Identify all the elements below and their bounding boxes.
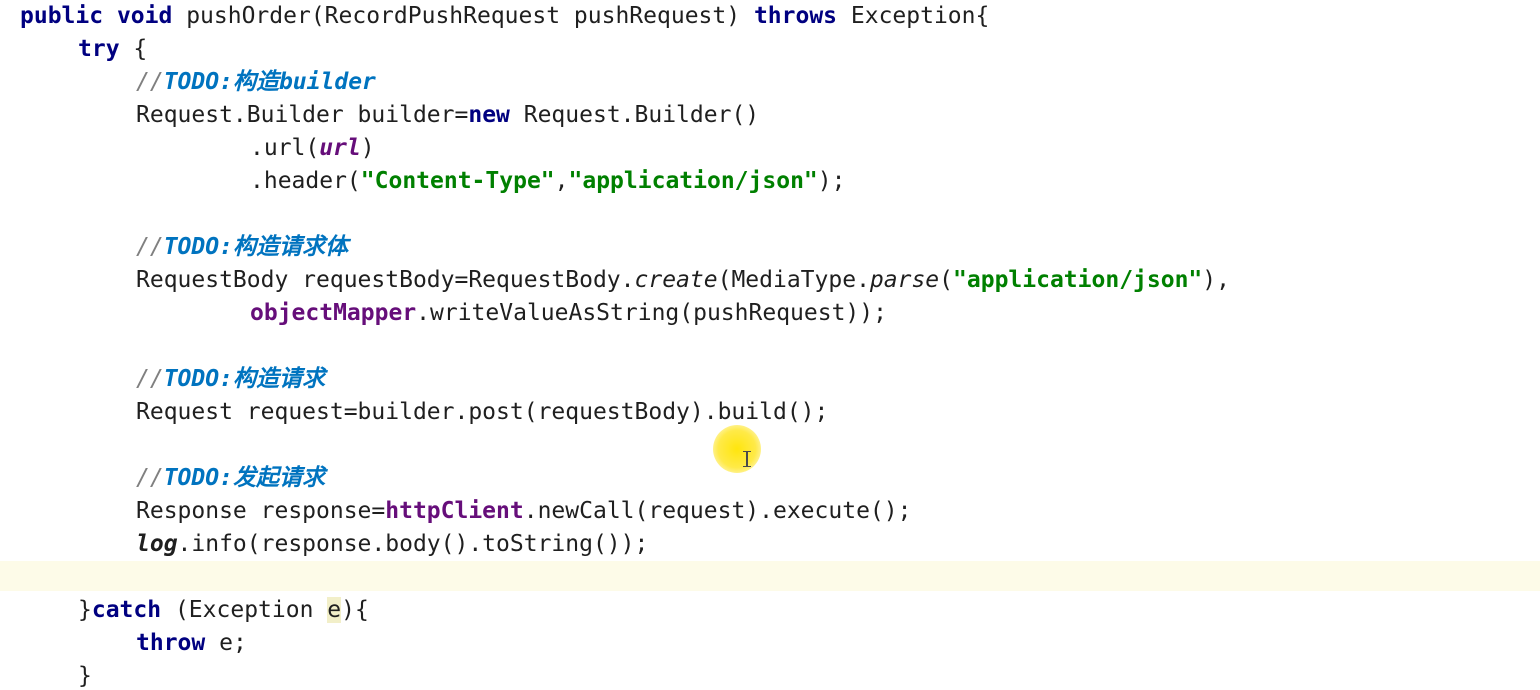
code-line[interactable]: .url(url) [250,132,375,165]
code-token: throws [753,3,838,29]
code-token: Request request=builder.post(requestBody… [136,399,829,425]
code-token: (MediaType. [717,267,870,293]
code-token: url [319,135,361,161]
code-token: ); [817,168,846,194]
code-line[interactable]: throw e; [136,627,247,660]
code-line[interactable]: objectMapper.writeValueAsString(pushRequ… [250,297,887,330]
code-line[interactable]: }catch (Exception e){ [78,594,369,627]
code-token: pushOrder(RecordPushRequest pushRequest) [172,3,754,29]
code-line[interactable]: //TODO:发起请求 [136,462,325,495]
code-token: 构造请求 [232,366,325,392]
code-token: "application/json" [568,168,818,194]
code-line[interactable]: //TODO:构造builder [136,66,376,99]
code-token: } [78,597,92,623]
code-token: , [554,168,569,194]
code-token: new [468,102,510,128]
code-token: e; [205,630,247,656]
code-editor[interactable]: public void pushOrder(RecordPushRequest … [0,0,1540,690]
code-token: TODO: [163,234,233,260]
code-line[interactable]: Request.Builder builder=new Request.Buil… [136,99,759,132]
code-token: Request.Builder builder= [136,102,469,128]
code-token: .url( [250,135,320,161]
code-token: 构造请求体 [232,234,348,260]
code-token: "application/json" [953,267,1203,293]
code-token: RequestBody requestBody=RequestBody. [136,267,635,293]
code-token: "Content-Type" [360,168,555,194]
code-token: Response response= [136,498,386,524]
code-token: void [116,3,173,29]
code-token: ) [360,135,375,161]
code-token: Exception{ [837,3,990,29]
current-line-highlight [0,561,1540,591]
code-token: .newCall(request).execute(); [523,498,912,524]
code-line[interactable]: Request request=builder.post(requestBody… [136,396,828,429]
code-token: // [136,366,164,392]
code-token: public [20,3,104,29]
code-line[interactable]: public void pushOrder(RecordPushRequest … [20,0,989,33]
code-line[interactable]: Response response=httpClient.newCall(req… [136,495,911,528]
code-token: ), [1202,267,1230,293]
code-token: TODO: [163,366,233,392]
code-token: throw [136,630,206,656]
code-line[interactable]: //TODO:构造请求体 [136,231,348,264]
code-line[interactable]: .header("Content-Type","application/json… [250,165,845,198]
code-line[interactable]: try { [78,33,147,66]
code-line[interactable]: RequestBody requestBody=RequestBody.crea… [136,264,1230,297]
cursor-highlight-circle [713,425,761,473]
code-token: parse [869,267,940,293]
code-token: // [136,465,164,491]
code-token: (Exception [161,597,328,623]
code-token: .info(response.body().toString()); [177,531,649,557]
code-token: ){ [341,597,369,623]
code-token: // [136,234,164,260]
code-token: objectMapper [250,300,417,326]
code-token: TODO: [163,69,233,95]
code-line[interactable]: } [78,660,92,690]
code-token: ( [939,267,954,293]
text-cursor-icon [742,451,752,467]
code-token: builder [278,69,376,95]
code-token: .writeValueAsString(pushRequest)); [416,300,887,326]
code-token: .header( [250,168,361,194]
code-token: 构造 [232,69,279,95]
code-token: 发起请求 [232,465,325,491]
code-line[interactable]: //TODO:构造请求 [136,363,325,396]
code-line[interactable]: log.info(response.body().toString()); [136,528,648,561]
code-token: try [78,36,120,62]
code-token: catch [91,597,162,623]
code-token: httpClient [385,498,524,524]
code-token: log [136,531,178,557]
code-token: { [119,36,148,62]
code-token: TODO: [163,465,233,491]
code-token: create [634,267,718,293]
code-token: } [78,663,92,689]
code-token: e [327,597,342,623]
code-token: // [136,69,164,95]
code-token: Request.Builder() [509,102,760,128]
